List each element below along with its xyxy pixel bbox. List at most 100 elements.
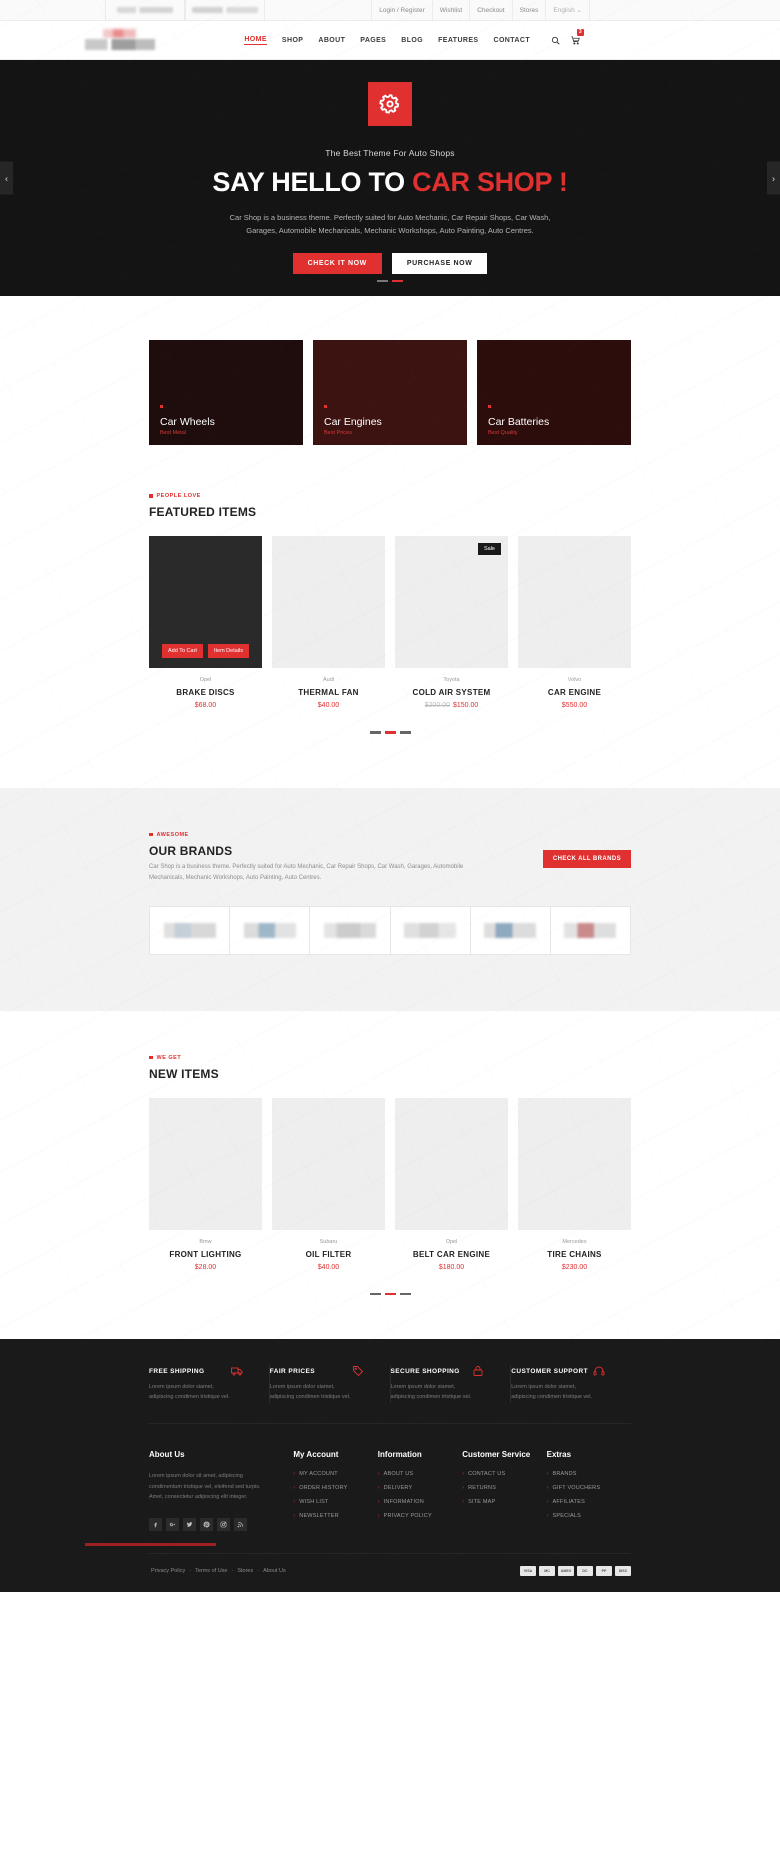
brand-logo-cell[interactable] <box>391 906 471 954</box>
footer-link-label: NEWSLETTER <box>299 1512 339 1519</box>
carousel-dot-3[interactable] <box>399 1292 411 1296</box>
product-card[interactable]: Bmw FRONT LIGHTING $28.00 <box>149 1097 262 1271</box>
product-card[interactable]: Volvo CAR ENGINE $550.00 <box>518 536 631 709</box>
footer-link[interactable]: › DELIVERY <box>378 1485 462 1491</box>
product-card[interactable]: Subaru OIL FILTER $40.00 <box>272 1097 385 1271</box>
slider-next-arrow[interactable]: › <box>767 161 780 195</box>
site-logo[interactable] <box>85 29 155 51</box>
topbar-link-wishlist[interactable]: Wishlist <box>431 0 469 20</box>
language-selector[interactable]: English ⌄ <box>545 0 590 20</box>
check-it-now-button[interactable]: CHECK IT NOW <box>292 253 382 275</box>
footer-link[interactable]: › ABOUT US <box>378 1471 462 1477</box>
product-name[interactable]: BELT CAR ENGINE <box>395 1250 508 1259</box>
nav-item-blog[interactable]: BLOG <box>401 37 423 44</box>
footer-link[interactable]: › ORDER HISTORY <box>293 1485 377 1491</box>
nav-item-contact[interactable]: CONTACT <box>494 37 531 44</box>
footer-bottom: Privacy Policy · Terms of Use · Stores · About… <box>149 1553 631 1592</box>
product-thumbnail[interactable] <box>149 1097 262 1230</box>
footer-link[interactable]: › BRANDS <box>547 1471 631 1477</box>
footer-link[interactable]: › RETURNS <box>462 1485 546 1491</box>
product-card[interactable]: Add To Cart Item Details Opel BRAKE DISC… <box>149 536 262 709</box>
payment-dinersclub-icon: DC <box>577 1566 593 1577</box>
footer-link[interactable]: › SPECIALS <box>547 1513 631 1519</box>
google-plus-icon[interactable] <box>166 1518 179 1532</box>
slider-prev-arrow[interactable]: ‹ <box>0 161 13 195</box>
brand-logo-cell[interactable] <box>551 907 630 954</box>
search-icon[interactable] <box>551 36 560 45</box>
brand-logo-cell[interactable] <box>230 906 311 954</box>
legal-link-privacy[interactable]: Privacy Policy <box>151 1568 185 1574</box>
product-thumbnail[interactable]: Sale <box>395 536 508 668</box>
product-brand: Bmw <box>199 1238 212 1245</box>
footer-link[interactable]: › SITE MAP <box>462 1499 546 1505</box>
rss-icon[interactable] <box>234 1518 247 1532</box>
nav-item-shop[interactable]: SHOP <box>282 37 303 44</box>
carousel-dot-2[interactable] <box>384 1292 396 1296</box>
product-name[interactable]: THERMAL FAN <box>272 688 385 697</box>
nav-item-home[interactable]: HOME <box>244 36 267 45</box>
product-thumbnail[interactable] <box>518 1097 631 1230</box>
instagram-icon[interactable] <box>217 1518 230 1532</box>
category-card-car-batteries[interactable]: Car Batteries Best Quality <box>477 340 631 445</box>
product-name[interactable]: FRONT LIGHTING <box>149 1250 262 1259</box>
nav-item-pages[interactable]: PAGES <box>360 37 386 44</box>
twitter-icon[interactable] <box>183 1518 196 1532</box>
product-thumbnail[interactable] <box>272 1097 385 1230</box>
product-name[interactable]: COLD AIR SYSTEM <box>395 688 508 697</box>
legal-link-terms[interactable]: Terms of Use <box>195 1568 227 1574</box>
topbar-link-login[interactable]: Login / Register <box>371 0 432 20</box>
topbar-link-checkout[interactable]: Checkout <box>469 0 511 20</box>
footer-link[interactable]: › PRIVACY POLICY <box>378 1513 462 1519</box>
brand-logo-cell[interactable] <box>310 906 391 954</box>
payment-amex-icon: AMEX <box>558 1566 574 1577</box>
footer-link[interactable]: › MY ACCOUNT <box>293 1471 377 1477</box>
product-thumbnail[interactable] <box>518 536 631 668</box>
topbar-link-stores[interactable]: Stores <box>511 0 546 20</box>
nav-item-features[interactable]: FEATURES <box>438 37 478 44</box>
slider-dot-1[interactable] <box>377 279 388 282</box>
product-thumbnail[interactable] <box>395 1097 508 1230</box>
pinterest-icon[interactable] <box>200 1518 213 1532</box>
legal-link-stores[interactable]: Stores <box>237 1568 253 1574</box>
category-card-car-wheels[interactable]: Car Wheels Best Metal <box>149 340 303 445</box>
footer-link[interactable]: › INFORMATION <box>378 1499 462 1505</box>
check-all-brands-button[interactable]: CHECK ALL BRANDS <box>542 849 631 868</box>
product-thumbnail[interactable]: Add To Cart Item Details <box>149 536 262 668</box>
product-card[interactable]: Opel BELT CAR ENGINE $180.00 <box>395 1097 508 1271</box>
product-brand: Subaru <box>319 1238 338 1245</box>
add-to-cart-button[interactable]: Add To Cart <box>162 644 203 658</box>
footer-column-my-account: My Account › MY ACCOUNT › ORDER HISTORY › W… <box>293 1450 377 1531</box>
product-hover-actions: Add To Cart Item Details <box>162 644 249 668</box>
facebook-icon[interactable] <box>149 1518 162 1532</box>
product-price: $40.00 <box>317 702 340 709</box>
footer-link[interactable]: › NEWSLETTER <box>293 1513 377 1519</box>
carousel-dot-1[interactable] <box>369 1292 381 1296</box>
product-name[interactable]: CAR ENGINE <box>518 688 631 697</box>
brand-logo-cell[interactable] <box>150 906 231 954</box>
carousel-dot-2[interactable] <box>384 731 396 734</box>
product-info: Toyota COLD AIR SYSTEM $200.00 $150.00 <box>395 668 508 709</box>
product-thumbnail[interactable] <box>272 536 385 668</box>
legal-link-about[interactable]: About Us <box>263 1568 286 1574</box>
product-card[interactable]: Sale Toyota COLD AIR SYSTEM $200.00 $150.… <box>395 536 508 709</box>
chevron-right-icon: › <box>546 1484 549 1491</box>
footer-link[interactable]: › AFFILIATES <box>547 1499 631 1505</box>
purchase-now-button[interactable]: PURCHASE NOW <box>391 253 488 275</box>
product-name[interactable]: OIL FILTER <box>272 1250 385 1259</box>
product-card[interactable]: Audi THERMAL FAN $40.00 <box>272 536 385 709</box>
carousel-dot-1[interactable] <box>369 731 381 734</box>
carousel-dot-3[interactable] <box>399 731 411 734</box>
category-card-car-engines[interactable]: Car Engines Best Prices <box>313 340 467 445</box>
footer-link[interactable]: › WISH LIST <box>293 1499 377 1505</box>
brand-logo-cell[interactable] <box>471 906 551 954</box>
item-details-button[interactable]: Item Details <box>207 644 249 658</box>
product-name[interactable]: TIRE CHAINS <box>518 1250 631 1259</box>
brand-logo-row <box>149 905 631 955</box>
footer-link[interactable]: › CONTACT US <box>462 1471 546 1477</box>
product-name[interactable]: BRAKE DISCS <box>149 688 262 697</box>
cart-icon[interactable]: 3 <box>571 28 584 45</box>
nav-item-about[interactable]: ABOUT <box>318 37 345 44</box>
slider-dot-2[interactable] <box>392 279 403 282</box>
footer-link[interactable]: › GIFT VOUCHERS <box>547 1485 631 1491</box>
product-card[interactable]: Mercedes TIRE CHAINS $230.00 <box>518 1097 631 1271</box>
